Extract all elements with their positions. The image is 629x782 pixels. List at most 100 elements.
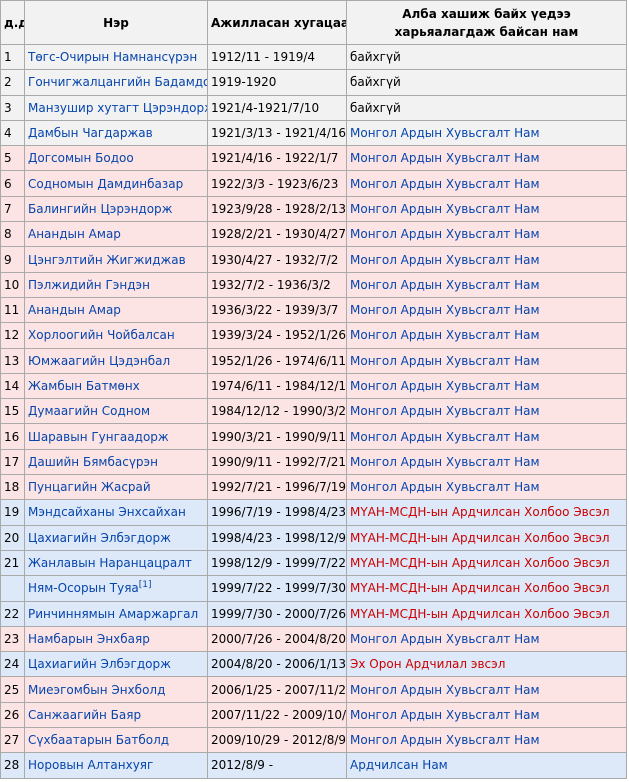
- party-link[interactable]: Монгол Ардын Хувьсгалт Нам: [350, 632, 540, 646]
- person-link[interactable]: Гончигжалцангийн Бадамдорж: [28, 75, 207, 89]
- row-number: 4: [0, 119, 25, 147]
- party-link[interactable]: Монгол Ардын Хувьсгалт Нам: [350, 354, 540, 368]
- person-link[interactable]: Ням-Осорын Туяа: [28, 581, 139, 595]
- person-link[interactable]: Ринчиннямын Амаржаргал: [28, 607, 198, 621]
- person-link[interactable]: Намбарын Энхбаяр: [28, 632, 150, 646]
- row-name-cell: Төгс-Очирын Намнансүрэн: [24, 43, 208, 71]
- row-number: 6: [0, 170, 25, 197]
- row-number: 22: [0, 600, 25, 627]
- person-link[interactable]: Шаравын Гунгаадорж: [28, 430, 169, 444]
- person-link[interactable]: Манзушир хутагт Цэрэндорж: [28, 101, 207, 115]
- row-number: 15: [0, 398, 25, 425]
- row-name-cell: Сүхбаатарын Батболд: [24, 727, 208, 754]
- party-link[interactable]: Монгол Ардын Хувьсгалт Нам: [350, 328, 540, 342]
- row-term: 2004/8/20 - 2006/1/13: [207, 651, 347, 678]
- row-number: 26: [0, 701, 25, 729]
- party-link[interactable]: Монгол Ардын Хувьсгалт Нам: [350, 480, 540, 494]
- person-link[interactable]: Цэнгэлтийн Жигжиджав: [28, 253, 186, 267]
- row-term: 1919-1920: [207, 69, 347, 96]
- party-link[interactable]: Ардчилсан Нам: [350, 758, 448, 772]
- person-link[interactable]: Пунцагийн Жасрай: [28, 480, 151, 494]
- party-link[interactable]: Монгол Ардын Хувьсгалт Нам: [350, 126, 540, 140]
- party-link[interactable]: Монгол Ардын Хувьсгалт Нам: [350, 708, 540, 722]
- row-term: 1932/7/2 - 1936/3/2: [207, 271, 347, 298]
- row-name-cell: Норовын Алтанхуяг: [24, 752, 208, 779]
- person-link[interactable]: Догсомын Бодоо: [28, 151, 134, 165]
- table-row: 1 Төгс-Очирын Намнансүрэн 1912/11 - 1919/4…: [0, 43, 627, 71]
- party-link[interactable]: Монгол Ардын Хувьсгалт Нам: [350, 253, 540, 267]
- party-link[interactable]: МҮАН-МСДН-ын Ардчилсан Холбоо Эвсэл: [350, 607, 610, 621]
- row-term: 1923/9/28 - 1928/2/13: [207, 195, 347, 223]
- person-link[interactable]: Цахиагийн Элбэгдорж: [28, 657, 171, 671]
- party-link[interactable]: Монгол Ардын Хувьсгалт Нам: [350, 151, 540, 165]
- party-link[interactable]: Монгол Ардын Хувьсгалт Нам: [350, 379, 540, 393]
- party-link[interactable]: Монгол Ардын Хувьсгалт Нам: [350, 303, 540, 317]
- row-number: 25: [0, 676, 25, 703]
- person-link[interactable]: Хорлоогийн Чойбалсан: [28, 328, 175, 342]
- party-link[interactable]: Монгол Ардын Хувьсгалт Нам: [350, 177, 540, 191]
- row-name-cell: Содномын Дамдинбазар: [24, 170, 208, 197]
- row-party-cell: Монгол Ардын Хувьсгалт Нам: [346, 347, 627, 374]
- row-party-cell: Монгол Ардын Хувьсгалт Нам: [346, 701, 627, 729]
- person-link[interactable]: Жамбын Батмөнх: [28, 379, 140, 393]
- table-row: 27 Сүхбаатарын Батболд 2009/10/29 - 2012/8…: [0, 727, 627, 754]
- person-link[interactable]: Цахиагийн Элбэгдорж: [28, 531, 171, 545]
- row-party-cell: Эх Орон Ардчилал эвсэл: [346, 651, 627, 678]
- person-link[interactable]: Анандын Амар: [28, 303, 121, 317]
- party-link[interactable]: Монгол Ардын Хувьсгалт Нам: [350, 227, 540, 241]
- row-number: 13: [0, 347, 25, 374]
- table-row: 7 Балингийн Цэрэндорж 1923/9/28 - 1928/2/1…: [0, 195, 627, 223]
- party-link[interactable]: Монгол Ардын Хувьсгалт Нам: [350, 430, 540, 444]
- person-link[interactable]: Анандын Амар: [28, 227, 121, 241]
- row-name-cell: Жамбын Батмөнх: [24, 372, 208, 400]
- row-name-cell: Шаравын Гунгаадорж: [24, 423, 208, 450]
- row-term: 2007/11/22 - 2009/10/28: [207, 701, 347, 729]
- person-link[interactable]: Юмжаагийн Цэдэнбал: [28, 354, 170, 368]
- person-link[interactable]: Пэлжидийн Гэндэн: [28, 278, 150, 292]
- party-link[interactable]: Монгол Ардын Хувьсгалт Нам: [350, 455, 540, 469]
- row-number: 12: [0, 322, 25, 349]
- party-link[interactable]: Монгол Ардын Хувьсгалт Нам: [350, 278, 540, 292]
- person-link[interactable]: Миеэгомбын Энхболд: [28, 683, 165, 697]
- person-link[interactable]: Дашийн Бямбасүрэн: [28, 455, 158, 469]
- party-link[interactable]: Эх Орон Ардчилал эвсэл: [350, 657, 505, 671]
- row-name-cell: Цахиагийн Элбэгдорж: [24, 524, 208, 551]
- party-link[interactable]: МҮАН-МСДН-ын Ардчилсан Холбоо Эвсэл: [350, 581, 610, 595]
- party-link[interactable]: Монгол Ардын Хувьсгалт Нам: [350, 202, 540, 216]
- row-party-cell: МҮАН-МСДН-ын Ардчилсан Холбоо Эвсэл: [346, 600, 627, 627]
- row-term: 2006/1/25 - 2007/11/22: [207, 676, 347, 703]
- person-link[interactable]: Мэндсайханы Энхсайхан: [28, 505, 186, 519]
- row-term: 1998/12/9 - 1999/7/22: [207, 549, 347, 577]
- footnote-link[interactable]: [1]: [139, 580, 152, 590]
- row-party-cell: байхгүй: [346, 69, 627, 96]
- person-link[interactable]: Содномын Дамдинбазар: [28, 177, 183, 191]
- party-link[interactable]: МҮАН-МСДН-ын Ардчилсан Холбоо Эвсэл: [350, 556, 610, 570]
- party-none: байхгүй: [350, 50, 401, 65]
- party-link[interactable]: МҮАН-МСДН-ын Ардчилсан Холбоо Эвсэл: [350, 531, 610, 545]
- person-link[interactable]: Балингийн Цэрэндорж: [28, 202, 172, 216]
- table-row: 21 Жанлавын Наранцацралт 1998/12/9 - 1999/…: [0, 549, 627, 577]
- table-row: 19 Мэндсайханы Энхсайхан 1996/7/19 - 1998/…: [0, 499, 627, 526]
- person-link[interactable]: Думаагийн Содном: [28, 404, 150, 418]
- table-row: 24 Цахиагийн Элбэгдорж 2004/8/20 - 2006/1/…: [0, 651, 627, 678]
- party-link[interactable]: Монгол Ардын Хувьсгалт Нам: [350, 733, 540, 747]
- row-name-cell: Гончигжалцангийн Бадамдорж: [24, 69, 208, 96]
- person-link[interactable]: Санжаагийн Баяр: [28, 708, 141, 722]
- person-link[interactable]: Норовын Алтанхуяг: [28, 758, 153, 772]
- party-link[interactable]: Монгол Ардын Хувьсгалт Нам: [350, 404, 540, 418]
- row-party-cell: Монгол Ардын Хувьсгалт Нам: [346, 221, 627, 248]
- table-row: 8 Анандын Амар 1928/2/21 - 1930/4/27 Монгол…: [0, 221, 627, 248]
- table-row: 20 Цахиагийн Элбэгдорж 1998/4/23 - 1998/12…: [0, 524, 627, 551]
- row-term: 1930/4/27 - 1932/7/2: [207, 246, 347, 273]
- row-name-cell: Дамбын Чагдаржав: [24, 119, 208, 147]
- row-name-cell: Цэнгэлтийн Жигжиджав: [24, 246, 208, 273]
- row-number: 9: [0, 246, 25, 273]
- table-row: 18 Пунцагийн Жасрай 1992/7/21 - 1996/7/19 М…: [0, 474, 627, 501]
- person-link[interactable]: Сүхбаатарын Батболд: [28, 733, 169, 747]
- row-term: 1921/3/13 - 1921/4/16: [207, 119, 347, 147]
- party-link[interactable]: МҮАН-МСДН-ын Ардчилсан Холбоо Эвсэл: [350, 505, 610, 519]
- party-link[interactable]: Монгол Ардын Хувьсгалт Нам: [350, 683, 540, 697]
- person-link[interactable]: Дамбын Чагдаржав: [28, 126, 153, 140]
- person-link[interactable]: Жанлавын Наранцацралт: [28, 556, 192, 570]
- person-link[interactable]: Төгс-Очирын Намнансүрэн: [28, 50, 197, 64]
